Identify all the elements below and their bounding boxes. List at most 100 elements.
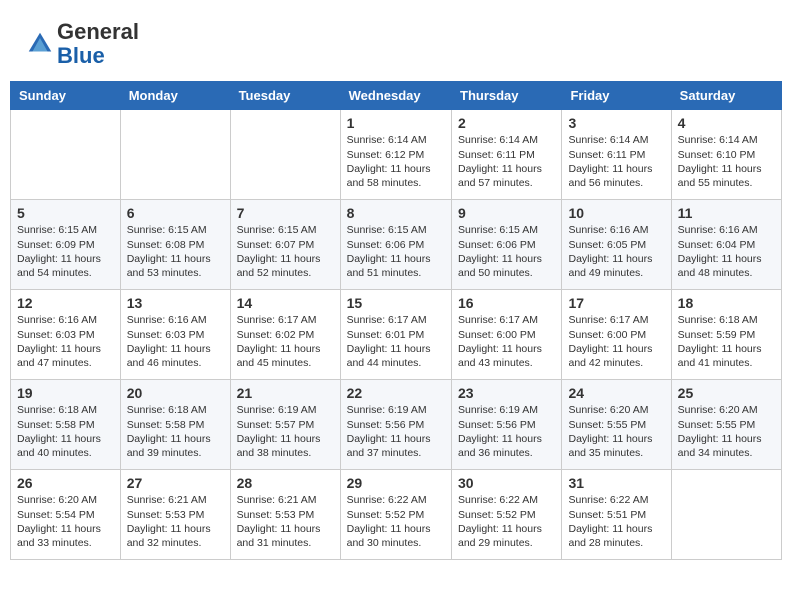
day-info: Sunrise: 6:20 AM Sunset: 5:55 PM Dayligh… xyxy=(568,403,664,460)
calendar-cell: 3Sunrise: 6:14 AM Sunset: 6:11 PM Daylig… xyxy=(562,110,671,200)
calendar-cell: 1Sunrise: 6:14 AM Sunset: 6:12 PM Daylig… xyxy=(340,110,451,200)
day-number: 31 xyxy=(568,475,664,491)
weekday-header-thursday: Thursday xyxy=(452,82,562,110)
day-info: Sunrise: 6:20 AM Sunset: 5:54 PM Dayligh… xyxy=(17,493,114,550)
calendar-cell: 29 Sunrise: 6:22 AM Sunset: 5:52 PM Dayli… xyxy=(340,470,451,560)
day-number: 21 xyxy=(237,385,334,401)
day-number: 6 xyxy=(127,205,224,221)
calendar-week-1: 1Sunrise: 6:14 AM Sunset: 6:12 PM Daylig… xyxy=(11,110,782,200)
calendar-cell: 10 Sunrise: 6:16 AM Sunset: 6:05 PM Dayli… xyxy=(562,200,671,290)
day-number: 17 xyxy=(568,295,664,311)
calendar-cell: 22 Sunrise: 6:19 AM Sunset: 5:56 PM Dayli… xyxy=(340,380,451,470)
day-number: 11 xyxy=(678,205,775,221)
day-info: Sunrise: 6:14 AM Sunset: 6:11 PM Dayligh… xyxy=(458,133,555,190)
calendar-cell: 20Sunrise: 6:18 AM Sunset: 5:58 PM Dayli… xyxy=(120,380,230,470)
calendar-cell: 5Sunrise: 6:15 AM Sunset: 6:09 PM Daylig… xyxy=(11,200,121,290)
calendar-cell: 25Sunrise: 6:20 AM Sunset: 5:55 PM Dayli… xyxy=(671,380,781,470)
calendar-cell: 15Sunrise: 6:17 AM Sunset: 6:01 PM Dayli… xyxy=(340,290,451,380)
day-number: 16 xyxy=(458,295,555,311)
day-info: Sunrise: 6:17 AM Sunset: 6:01 PM Dayligh… xyxy=(347,313,445,370)
calendar-table: SundayMondayTuesdayWednesdayThursdayFrid… xyxy=(10,81,782,560)
calendar-cell: 21 Sunrise: 6:19 AM Sunset: 5:57 PM Dayli… xyxy=(230,380,340,470)
calendar-cell: 14 Sunrise: 6:17 AM Sunset: 6:02 PM Dayli… xyxy=(230,290,340,380)
calendar-cell: 23Sunrise: 6:19 AM Sunset: 5:56 PM Dayli… xyxy=(452,380,562,470)
calendar-cell: 9 Sunrise: 6:15 AM Sunset: 6:06 PM Daylig… xyxy=(452,200,562,290)
day-number: 30 xyxy=(458,475,555,491)
day-number: 29 xyxy=(347,475,445,491)
weekday-header-tuesday: Tuesday xyxy=(230,82,340,110)
day-info: Sunrise: 6:15 AM Sunset: 6:08 PM Dayligh… xyxy=(127,223,224,280)
day-info: Sunrise: 6:19 AM Sunset: 5:57 PM Dayligh… xyxy=(237,403,334,460)
weekday-header-friday: Friday xyxy=(562,82,671,110)
calendar-cell: 2 Sunrise: 6:14 AM Sunset: 6:11 PM Daylig… xyxy=(452,110,562,200)
day-info: Sunrise: 6:18 AM Sunset: 5:58 PM Dayligh… xyxy=(127,403,224,460)
weekday-header-sunday: Sunday xyxy=(11,82,121,110)
day-info: Sunrise: 6:18 AM Sunset: 5:58 PM Dayligh… xyxy=(17,403,114,460)
calendar-cell: 19 Sunrise: 6:18 AM Sunset: 5:58 PM Dayli… xyxy=(11,380,121,470)
calendar-cell xyxy=(11,110,121,200)
day-info: Sunrise: 6:17 AM Sunset: 6:00 PM Dayligh… xyxy=(458,313,555,370)
weekday-header-row: SundayMondayTuesdayWednesdayThursdayFrid… xyxy=(11,82,782,110)
day-info: Sunrise: 6:14 AM Sunset: 6:11 PM Dayligh… xyxy=(568,133,664,190)
day-number: 26 xyxy=(17,475,114,491)
day-number: 19 xyxy=(17,385,114,401)
day-info: Sunrise: 6:18 AM Sunset: 5:59 PM Dayligh… xyxy=(678,313,775,370)
calendar-cell xyxy=(230,110,340,200)
day-info: Sunrise: 6:15 AM Sunset: 6:06 PM Dayligh… xyxy=(347,223,445,280)
calendar-cell: 16 Sunrise: 6:17 AM Sunset: 6:00 PM Dayli… xyxy=(452,290,562,380)
day-info: Sunrise: 6:22 AM Sunset: 5:52 PM Dayligh… xyxy=(458,493,555,550)
day-info: Sunrise: 6:19 AM Sunset: 5:56 PM Dayligh… xyxy=(347,403,445,460)
calendar-cell: 7 Sunrise: 6:15 AM Sunset: 6:07 PM Daylig… xyxy=(230,200,340,290)
calendar-cell: 28 Sunrise: 6:21 AM Sunset: 5:53 PM Dayli… xyxy=(230,470,340,560)
day-number: 28 xyxy=(237,475,334,491)
day-number: 25 xyxy=(678,385,775,401)
calendar-cell: 4 Sunrise: 6:14 AM Sunset: 6:10 PM Daylig… xyxy=(671,110,781,200)
day-info: Sunrise: 6:22 AM Sunset: 5:52 PM Dayligh… xyxy=(347,493,445,550)
day-number: 27 xyxy=(127,475,224,491)
day-info: Sunrise: 6:17 AM Sunset: 6:00 PM Dayligh… xyxy=(568,313,664,370)
page-header: General Blue xyxy=(10,10,782,73)
calendar-week-3: 12Sunrise: 6:16 AM Sunset: 6:03 PM Dayli… xyxy=(11,290,782,380)
day-number: 2 xyxy=(458,115,555,131)
day-number: 14 xyxy=(237,295,334,311)
weekday-header-wednesday: Wednesday xyxy=(340,82,451,110)
day-number: 9 xyxy=(458,205,555,221)
weekday-header-monday: Monday xyxy=(120,82,230,110)
logo: General Blue xyxy=(25,20,139,68)
day-number: 8 xyxy=(347,205,445,221)
day-info: Sunrise: 6:16 AM Sunset: 6:03 PM Dayligh… xyxy=(127,313,224,370)
calendar-cell: 31 Sunrise: 6:22 AM Sunset: 5:51 PM Dayli… xyxy=(562,470,671,560)
calendar-cell: 13 Sunrise: 6:16 AM Sunset: 6:03 PM Dayli… xyxy=(120,290,230,380)
day-info: Sunrise: 6:16 AM Sunset: 6:04 PM Dayligh… xyxy=(678,223,775,280)
calendar-cell xyxy=(120,110,230,200)
day-info: Sunrise: 6:15 AM Sunset: 6:07 PM Dayligh… xyxy=(237,223,334,280)
day-info: Sunrise: 6:19 AM Sunset: 5:56 PM Dayligh… xyxy=(458,403,555,460)
calendar-cell xyxy=(671,470,781,560)
calendar-cell: 6 Sunrise: 6:15 AM Sunset: 6:08 PM Daylig… xyxy=(120,200,230,290)
weekday-header-saturday: Saturday xyxy=(671,82,781,110)
calendar-cell: 27 Sunrise: 6:21 AM Sunset: 5:53 PM Dayli… xyxy=(120,470,230,560)
day-number: 24 xyxy=(568,385,664,401)
day-info: Sunrise: 6:22 AM Sunset: 5:51 PM Dayligh… xyxy=(568,493,664,550)
day-number: 22 xyxy=(347,385,445,401)
calendar-cell: 26 Sunrise: 6:20 AM Sunset: 5:54 PM Dayli… xyxy=(11,470,121,560)
day-info: Sunrise: 6:15 AM Sunset: 6:06 PM Dayligh… xyxy=(458,223,555,280)
day-number: 4 xyxy=(678,115,775,131)
calendar-cell: 17 Sunrise: 6:17 AM Sunset: 6:00 PM Dayli… xyxy=(562,290,671,380)
day-info: Sunrise: 6:14 AM Sunset: 6:12 PM Dayligh… xyxy=(347,133,445,190)
day-number: 13 xyxy=(127,295,224,311)
day-info: Sunrise: 6:21 AM Sunset: 5:53 PM Dayligh… xyxy=(127,493,224,550)
day-info: Sunrise: 6:15 AM Sunset: 6:09 PM Dayligh… xyxy=(17,223,114,280)
calendar-cell: 24 Sunrise: 6:20 AM Sunset: 5:55 PM Dayli… xyxy=(562,380,671,470)
day-number: 7 xyxy=(237,205,334,221)
day-info: Sunrise: 6:16 AM Sunset: 6:03 PM Dayligh… xyxy=(17,313,114,370)
calendar-week-2: 5Sunrise: 6:15 AM Sunset: 6:09 PM Daylig… xyxy=(11,200,782,290)
calendar-cell: 11 Sunrise: 6:16 AM Sunset: 6:04 PM Dayli… xyxy=(671,200,781,290)
logo-text: General Blue xyxy=(57,20,139,68)
day-number: 10 xyxy=(568,205,664,221)
logo-icon xyxy=(25,29,55,59)
day-info: Sunrise: 6:16 AM Sunset: 6:05 PM Dayligh… xyxy=(568,223,664,280)
day-info: Sunrise: 6:21 AM Sunset: 5:53 PM Dayligh… xyxy=(237,493,334,550)
day-info: Sunrise: 6:14 AM Sunset: 6:10 PM Dayligh… xyxy=(678,133,775,190)
day-info: Sunrise: 6:17 AM Sunset: 6:02 PM Dayligh… xyxy=(237,313,334,370)
